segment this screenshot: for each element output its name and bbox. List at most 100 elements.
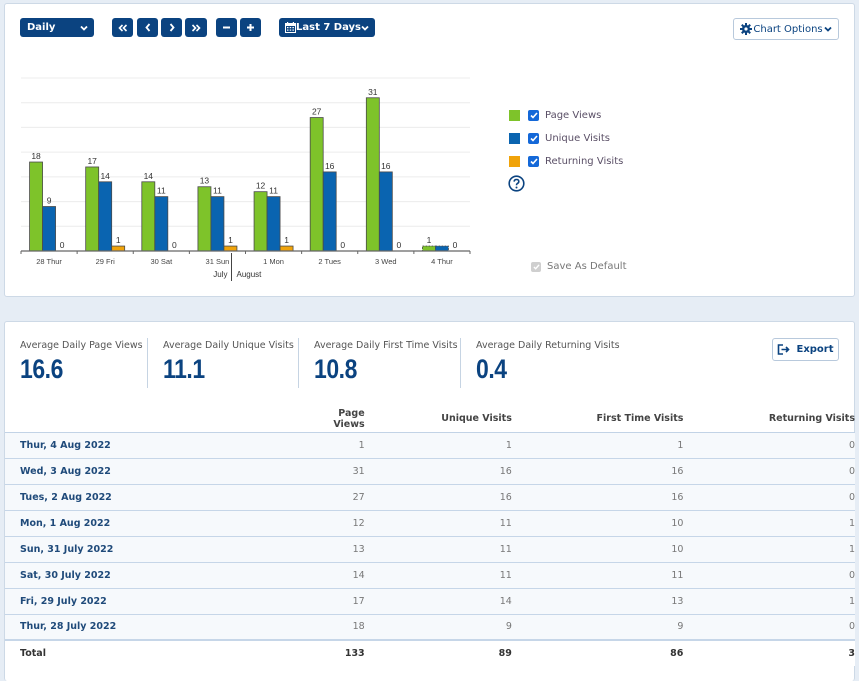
total-first-time-visits: 86 bbox=[511, 639, 684, 666]
column-header-date bbox=[5, 406, 333, 433]
row-returning-visits: 0 bbox=[683, 484, 855, 511]
legend-item-page-views[interactable]: Page Views bbox=[509, 108, 601, 122]
divider bbox=[147, 338, 148, 388]
checkbox-disabled-icon bbox=[531, 261, 541, 272]
row-first-time-visits: 11 bbox=[511, 562, 684, 589]
table-row: Tues, 2 Aug 2022 27 16 16 0 bbox=[5, 484, 855, 511]
legend-label: Returning Visits bbox=[545, 155, 624, 167]
stat-label: Average Daily Returning Visits bbox=[476, 340, 620, 351]
column-header-first-time-visits: First Time Visits bbox=[511, 406, 684, 433]
data-label: 12 bbox=[256, 181, 266, 191]
row-unique-visits: 16 bbox=[364, 484, 512, 511]
bar-unique-visits bbox=[322, 171, 337, 252]
row-date-link[interactable]: Wed, 3 Aug 2022 bbox=[5, 458, 333, 485]
row-unique-visits: 14 bbox=[364, 588, 512, 615]
row-page-views: 12 bbox=[332, 510, 365, 537]
row-unique-visits: 11 bbox=[364, 562, 512, 589]
row-unique-visits: 9 bbox=[364, 614, 512, 641]
row-page-views: 1 bbox=[332, 432, 365, 459]
bar-page-views bbox=[29, 161, 43, 252]
data-label: 1 bbox=[228, 235, 233, 245]
total-unique-visits: 89 bbox=[364, 639, 512, 666]
row-page-views: 13 bbox=[332, 536, 365, 563]
legend-item-returning-visits[interactable]: Returning Visits bbox=[509, 154, 623, 168]
table-row: Thur, 28 July 2022 18 9 9 0 bbox=[5, 614, 855, 641]
save-as-default-checkbox[interactable]: Save As Default bbox=[531, 261, 627, 272]
row-first-time-visits: 9 bbox=[511, 614, 684, 641]
row-date-link[interactable]: Sat, 30 July 2022 bbox=[5, 562, 333, 589]
bar-returning-visits bbox=[279, 245, 294, 252]
table-row: Sun, 31 July 2022 13 11 10 1 bbox=[5, 536, 855, 563]
gear-icon bbox=[740, 23, 752, 35]
stat-label: Average Daily Unique Visits bbox=[163, 340, 294, 351]
table-header-row: Page Views Unique Visits First Time Visi… bbox=[5, 406, 855, 433]
row-date-link[interactable]: Fri, 29 July 2022 bbox=[5, 588, 333, 615]
row-first-time-visits: 16 bbox=[511, 458, 684, 485]
checkbox-checked-icon[interactable] bbox=[528, 155, 539, 167]
bar-unique-visits bbox=[435, 245, 449, 252]
data-label: 0 bbox=[396, 240, 401, 250]
data-label: 9 bbox=[47, 196, 52, 206]
stat-value: 16.6 bbox=[20, 354, 63, 384]
chart-options-button[interactable]: Chart Options bbox=[733, 18, 839, 40]
data-label: 13 bbox=[200, 176, 210, 186]
bar-chart: 189028 Thur1714129 Fri1411030 Sat1311131… bbox=[20, 77, 471, 281]
row-date-link[interactable]: Thur, 4 Aug 2022 bbox=[5, 432, 333, 459]
row-first-time-visits: 10 bbox=[511, 510, 684, 537]
stat-avg-unique-visits: Average Daily Unique Visits 11.1 bbox=[163, 340, 294, 385]
column-header-unique-visits: Unique Visits bbox=[364, 406, 512, 433]
data-label: 1 bbox=[427, 235, 432, 245]
row-returning-visits: 1 bbox=[683, 536, 855, 563]
legend-swatch bbox=[509, 155, 520, 167]
table-row: Wed, 3 Aug 2022 31 16 16 0 bbox=[5, 458, 855, 485]
data-label: 18 bbox=[31, 151, 41, 161]
checkbox-checked-icon[interactable] bbox=[528, 109, 539, 121]
data-label: 0 bbox=[60, 240, 65, 250]
x-tick-label: 30 Sat bbox=[150, 257, 173, 266]
column-header-page-views: Page Views bbox=[332, 406, 365, 433]
data-label: 17 bbox=[87, 156, 97, 166]
row-first-time-visits: 1 bbox=[511, 432, 684, 459]
save-as-default-label: Save As Default bbox=[547, 261, 627, 272]
row-unique-visits: 11 bbox=[364, 536, 512, 563]
data-label: 0 bbox=[340, 240, 345, 250]
legend-item-unique-visits[interactable]: Unique Visits bbox=[509, 131, 610, 145]
checkbox-checked-icon[interactable] bbox=[528, 132, 539, 144]
row-date-link[interactable]: Sun, 31 July 2022 bbox=[5, 536, 333, 563]
row-page-views: 17 bbox=[332, 588, 365, 615]
row-returning-visits: 0 bbox=[683, 562, 855, 589]
row-page-views: 27 bbox=[332, 484, 365, 511]
row-first-time-visits: 10 bbox=[511, 536, 684, 563]
column-header-returning-visits: Returning Visits bbox=[683, 406, 855, 433]
x-tick-label: 1 Mon bbox=[263, 257, 284, 266]
data-label: 0 bbox=[172, 240, 177, 250]
row-unique-visits: 1 bbox=[364, 432, 512, 459]
row-date-link[interactable]: Tues, 2 Aug 2022 bbox=[5, 484, 333, 511]
data-label: 14 bbox=[144, 171, 154, 181]
chart-panel: Daily Last 7 Days Chart Options 18 9 0 28 T… bbox=[4, 3, 855, 297]
data-label: 1 bbox=[116, 235, 121, 245]
data-label: 11 bbox=[213, 186, 222, 196]
legend-label: Unique Visits bbox=[545, 132, 610, 144]
total-returning-visits: 3 bbox=[683, 639, 855, 666]
bar-page-views bbox=[422, 245, 436, 252]
row-date-link[interactable]: Thur, 28 July 2022 bbox=[5, 614, 333, 641]
row-date-link[interactable]: Mon, 1 Aug 2022 bbox=[5, 510, 333, 537]
chevron-down-icon bbox=[824, 26, 832, 32]
row-page-views: 18 bbox=[332, 614, 365, 641]
visits-table: Page Views Unique Visits First Time Visi… bbox=[5, 406, 855, 666]
bar-returning-visits bbox=[223, 245, 238, 252]
row-first-time-visits: 13 bbox=[511, 588, 684, 615]
bar-unique-visits bbox=[210, 196, 225, 252]
bar-unique-visits bbox=[98, 181, 113, 252]
row-returning-visits: 1 bbox=[683, 588, 855, 615]
x-tick-label: 4 Thur bbox=[431, 257, 453, 266]
table-row: Sat, 30 July 2022 14 11 11 0 bbox=[5, 562, 855, 589]
data-label: 14 bbox=[100, 171, 110, 181]
row-unique-visits: 11 bbox=[364, 510, 512, 537]
export-button[interactable]: Export bbox=[772, 338, 839, 361]
help-icon[interactable] bbox=[508, 175, 525, 192]
row-returning-visits: 0 bbox=[683, 614, 855, 641]
row-first-time-visits: 16 bbox=[511, 484, 684, 511]
data-label: 27 bbox=[312, 107, 322, 117]
